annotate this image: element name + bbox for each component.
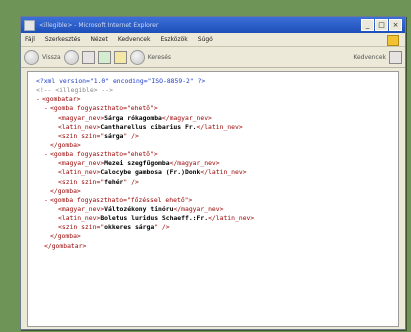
magyar-open-tag: <magyar_nev> bbox=[58, 113, 105, 122]
xml-comment: <!-- <illegible> --> bbox=[36, 86, 113, 95]
color-value: okkeres sárga bbox=[104, 223, 155, 232]
back-arrow-icon[interactable] bbox=[24, 49, 39, 65]
magyar-open-tag: <magyar_nev> bbox=[58, 204, 105, 213]
magyar-close-tag: </magyar_nev> bbox=[169, 159, 220, 168]
root-open-tag: <gombatar> bbox=[42, 95, 81, 104]
szin-tag-start: <szin szin=" bbox=[58, 131, 105, 140]
search-button-label[interactable]: Keresés bbox=[148, 54, 171, 61]
toolbar: Vissza Keresés Kedvencek bbox=[21, 47, 405, 68]
menu-file[interactable]: Fájl bbox=[25, 36, 35, 43]
szin-tag-end: " /> bbox=[123, 131, 139, 140]
latin-open-tag: <latin_nev> bbox=[58, 168, 101, 177]
maximize-button[interactable]: □ bbox=[375, 19, 388, 31]
magyar-name: Sárga rókagomba bbox=[104, 113, 162, 122]
ie-app-icon bbox=[24, 19, 35, 31]
szin-tag-start: <szin szin=" bbox=[58, 177, 105, 186]
minimize-button[interactable]: _ bbox=[361, 19, 374, 31]
close-button[interactable]: × bbox=[389, 19, 402, 31]
entry-open-tag: <gomba fogyaszthato="ehető"> bbox=[50, 104, 158, 113]
favorites-button-label[interactable]: Kedvencek bbox=[353, 54, 386, 61]
entry-close-tag: </gomba> bbox=[50, 232, 81, 241]
home-icon[interactable] bbox=[113, 50, 127, 64]
root-close-tag: </gombatar> bbox=[44, 241, 87, 250]
menu-view[interactable]: Nézet bbox=[90, 36, 107, 43]
magyar-close-tag: </magyar_nev> bbox=[173, 204, 224, 213]
color-value: fehér bbox=[104, 177, 124, 186]
media-icon[interactable] bbox=[389, 50, 402, 64]
magyar-close-tag: </magyar_nev> bbox=[161, 113, 212, 122]
menu-favorites[interactable]: Kedvencek bbox=[118, 36, 151, 43]
menu-edit[interactable]: Szerkesztés bbox=[45, 36, 81, 43]
xml-declaration: <?xml version="1.0" encoding="ISO-8859-2… bbox=[36, 77, 206, 85]
window-controls: _ □ × bbox=[361, 19, 402, 31]
search-icon[interactable] bbox=[129, 49, 145, 65]
forward-arrow-icon[interactable] bbox=[63, 49, 79, 65]
latin-name: Cantharellus cibarius Fr. bbox=[100, 122, 197, 131]
magyar-name: Mezei szegfűgomba bbox=[104, 159, 170, 168]
window-title: <illegible> - Microsoft Internet Explore… bbox=[39, 21, 159, 29]
title-bar: <illegible> - Microsoft Internet Explore… bbox=[21, 17, 405, 33]
color-value: sárga bbox=[104, 131, 124, 140]
xml-viewer: <?xml version="1.0" encoding="ISO-8859-2… bbox=[27, 71, 399, 327]
szin-tag-start: <szin szin=" bbox=[58, 223, 105, 232]
szin-tag-end: " /> bbox=[154, 223, 170, 232]
magyar-open-tag: <magyar_nev> bbox=[58, 159, 105, 168]
entry-close-tag: </gomba> bbox=[50, 186, 81, 195]
latin-open-tag: <latin_nev> bbox=[58, 214, 101, 223]
latin-name: Calocybe gambosa (Fr.)Donk bbox=[100, 168, 201, 177]
menu-help[interactable]: Súgó bbox=[198, 36, 213, 43]
back-button-label[interactable]: Vissza bbox=[42, 54, 61, 61]
entry-open-tag: <gomba fogyaszthato="főzéssel ehető"> bbox=[50, 195, 193, 204]
latin-close-tag: </latin_nev> bbox=[196, 122, 243, 131]
entry-open-tag: <gomba fogyaszthato="ehető"> bbox=[50, 150, 158, 159]
latin-name: Boletus luridus Schaeff.:Fr. bbox=[100, 214, 209, 223]
browser-window: <illegible> - Microsoft Internet Explore… bbox=[20, 16, 406, 330]
windows-logo-icon bbox=[387, 35, 399, 46]
latin-close-tag: </latin_nev> bbox=[208, 214, 255, 223]
entry-close-tag: </gomba> bbox=[50, 140, 81, 149]
stop-icon[interactable] bbox=[81, 50, 95, 64]
menu-bar: Fájl Szerkesztés Nézet Kedvencek Eszközö… bbox=[21, 33, 405, 47]
latin-close-tag: </latin_nev> bbox=[200, 168, 247, 177]
menu-tools[interactable]: Eszközök bbox=[160, 36, 187, 43]
latin-open-tag: <latin_nev> bbox=[58, 122, 101, 131]
refresh-icon[interactable] bbox=[97, 50, 111, 64]
magyar-name: Változékony tinóru bbox=[104, 204, 174, 213]
szin-tag-end: " /> bbox=[123, 177, 139, 186]
